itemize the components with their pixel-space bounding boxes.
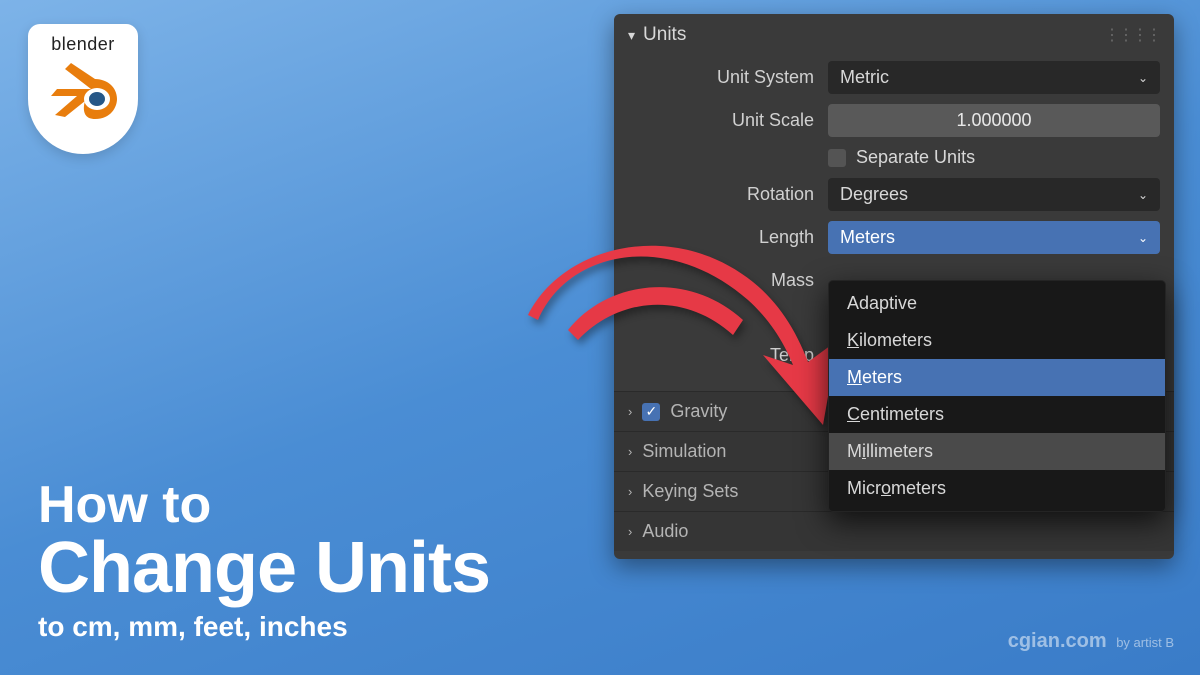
chevron-down-icon: ⌄ (1138, 71, 1148, 85)
gravity-label: Gravity (670, 401, 727, 422)
rotation-label: Rotation (628, 184, 828, 205)
simulation-label: Simulation (642, 441, 726, 462)
separate-units-label: Separate Units (856, 147, 975, 168)
menu-adaptive[interactable]: Adaptive (829, 285, 1165, 322)
credit-by: by artist B (1116, 635, 1174, 650)
chevron-right-icon: › (628, 484, 632, 499)
unit-scale-row: Unit Scale 1.000000 (614, 99, 1174, 142)
separate-units-checkbox[interactable] (828, 149, 846, 167)
unit-system-label: Unit System (628, 67, 828, 88)
length-dropdown-menu: Adaptive Kilometers Meters Centimeters M… (828, 280, 1166, 512)
credit: cgian.com by artist B (1008, 630, 1174, 653)
audio-section[interactable]: › Audio (614, 511, 1174, 551)
audio-label: Audio (642, 521, 688, 542)
blender-logo-icon (47, 61, 119, 128)
title-line2: Change Units (38, 531, 490, 607)
collapse-icon: ▾ (628, 27, 635, 44)
chevron-down-icon: ⌄ (1138, 188, 1148, 202)
units-panel: ▾ Units ⋮⋮⋮⋮ Unit System Metric ⌄ Unit S… (614, 14, 1174, 559)
menu-micrometers[interactable]: Micrometers (829, 470, 1165, 507)
unit-system-value: Metric (840, 67, 889, 88)
gravity-checkbox[interactable]: ✓ (642, 403, 660, 421)
menu-millimeters[interactable]: Millimeters (829, 433, 1165, 470)
rotation-value: Degrees (840, 184, 908, 205)
chevron-right-icon: › (628, 444, 632, 459)
menu-centimeters[interactable]: Centimeters (829, 396, 1165, 433)
panel-header[interactable]: ▾ Units ⋮⋮⋮⋮ (614, 14, 1174, 56)
length-value: Meters (840, 227, 895, 248)
length-label: Length (628, 227, 828, 248)
unit-scale-field[interactable]: 1.000000 (828, 104, 1160, 137)
panel-title: Units (643, 24, 1104, 46)
unit-system-row: Unit System Metric ⌄ (614, 56, 1174, 99)
rotation-row: Rotation Degrees ⌄ (614, 173, 1174, 216)
credit-site: cgian.com (1008, 630, 1107, 652)
length-row: Length Meters ⌄ (614, 216, 1174, 259)
rotation-dropdown[interactable]: Degrees ⌄ (828, 178, 1160, 211)
title-line3: to cm, mm, feet, inches (38, 611, 490, 643)
chevron-right-icon: › (628, 404, 632, 419)
menu-kilometers[interactable]: Kilometers (829, 322, 1165, 359)
mass-label: Mass (628, 270, 828, 291)
keying-label: Keying Sets (642, 481, 738, 502)
unit-scale-label: Unit Scale (628, 110, 828, 131)
chevron-down-icon: ⌄ (1138, 231, 1148, 245)
blender-logo-text: blender (51, 34, 115, 55)
blender-logo-badge: blender (28, 24, 138, 154)
menu-meters[interactable]: Meters (829, 359, 1165, 396)
chevron-right-icon: › (628, 524, 632, 539)
length-dropdown[interactable]: Meters ⌄ (828, 221, 1160, 254)
separate-units-row: Separate Units (614, 142, 1174, 173)
temperature-label: Temp (628, 345, 828, 366)
title-line1: How to (38, 479, 490, 531)
grip-icon[interactable]: ⋮⋮⋮⋮ (1104, 25, 1160, 45)
tutorial-title: How to Change Units to cm, mm, feet, inc… (38, 479, 490, 643)
unit-system-dropdown[interactable]: Metric ⌄ (828, 61, 1160, 94)
